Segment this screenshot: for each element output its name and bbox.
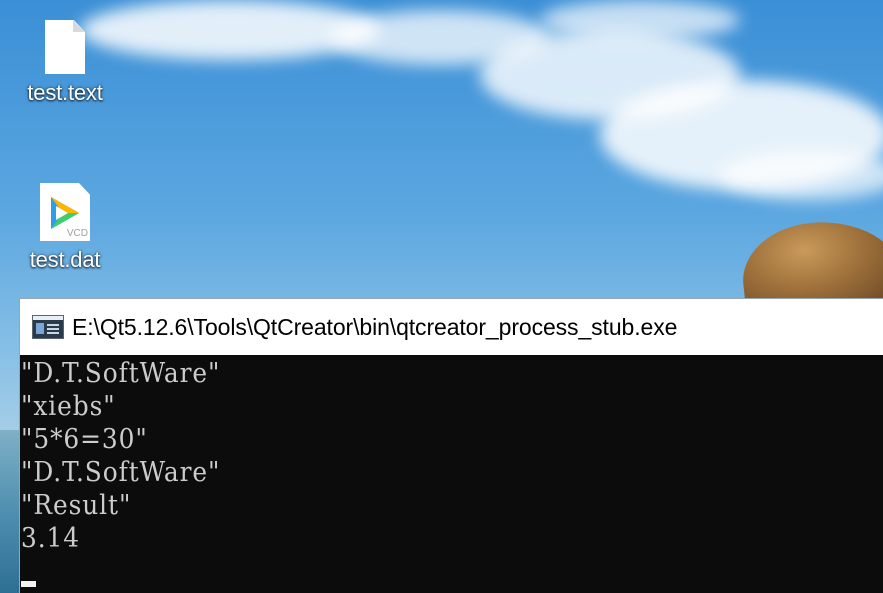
console-line: "xiebs"	[21, 391, 116, 422]
file-type-badge: VCD	[66, 228, 88, 239]
window-title: E:\Qt5.12.6\Tools\QtCreator\bin\qtcreato…	[72, 313, 678, 340]
console-line: "Result"	[21, 490, 132, 521]
console-line: "5*6=30"	[21, 424, 148, 455]
sea	[0, 430, 20, 593]
console-app-icon[interactable]	[32, 315, 64, 339]
text-file-icon	[45, 20, 85, 74]
desktop-icon-test-text[interactable]: test.text	[15, 20, 115, 106]
console-window[interactable]: E:\Qt5.12.6\Tools\QtCreator\bin\qtcreato…	[19, 298, 883, 593]
desktop-icon-label: test.dat	[29, 247, 101, 272]
console-line: "D.T.SoftWare"	[21, 358, 221, 389]
play-logo-icon	[51, 197, 79, 229]
console-line: "D.T.SoftWare"	[21, 457, 221, 488]
console-output[interactable]: "D.T.SoftWare" "xiebs" "5*6=30" "D.T.Sof…	[20, 355, 883, 555]
text-cursor	[21, 581, 36, 587]
console-line: 3.14	[21, 523, 80, 554]
window-titlebar[interactable]: E:\Qt5.12.6\Tools\QtCreator\bin\qtcreato…	[20, 299, 883, 355]
desktop-icon-label: test.text	[27, 80, 103, 105]
video-file-icon: VCD	[40, 183, 90, 241]
desktop-icon-test-dat[interactable]: VCD test.dat	[15, 183, 115, 273]
cloud	[720, 150, 883, 200]
